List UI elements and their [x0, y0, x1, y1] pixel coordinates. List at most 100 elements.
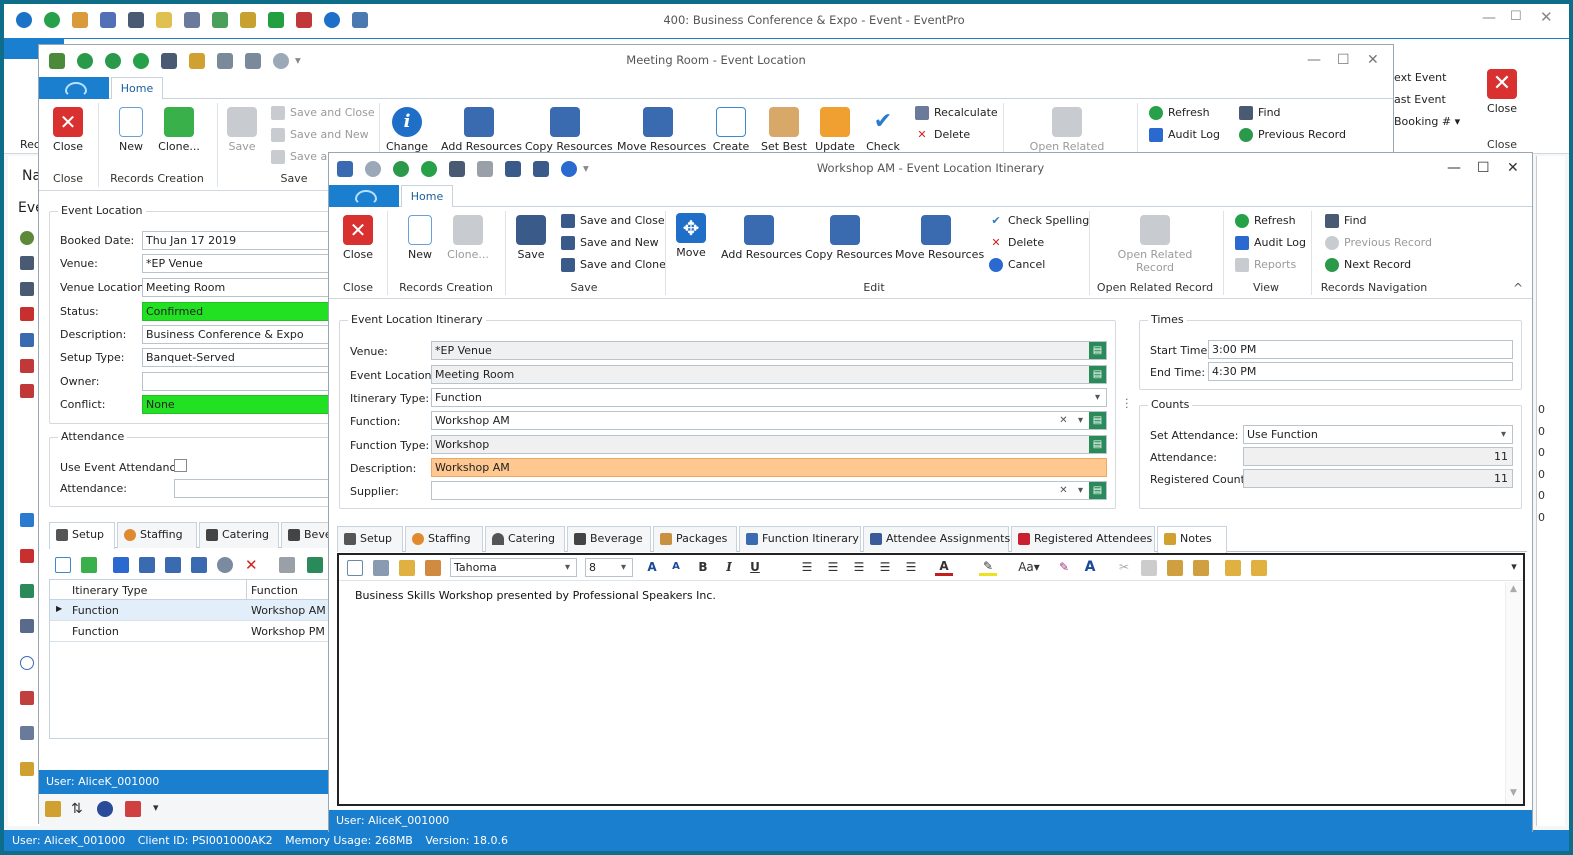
calendar-icon[interactable]	[20, 359, 34, 373]
lookup-icon[interactable]: ▤	[1089, 482, 1106, 499]
tab-setup[interactable]: Setup	[49, 522, 115, 549]
change-button[interactable]: i Change	[385, 107, 429, 153]
binoculars-icon[interactable]	[20, 282, 34, 296]
chat-icon[interactable]	[20, 656, 34, 670]
venue-location-field[interactable]: Meeting Room	[142, 278, 352, 297]
refresh-button[interactable]: Refresh	[1149, 105, 1210, 121]
save-and-close-button[interactable]: Save and Close	[271, 105, 375, 121]
add-resources-icon[interactable]	[139, 557, 155, 573]
calendar-icon[interactable]	[296, 12, 312, 28]
tab-function-itinerary[interactable]: Function Itinerary	[739, 526, 861, 552]
undo-icon[interactable]	[561, 160, 577, 177]
copy-icon[interactable]	[1141, 560, 1157, 576]
save-button[interactable]: Save	[225, 107, 259, 153]
setup-type-field[interactable]: Banquet-Served	[142, 348, 352, 367]
binoculars-icon[interactable]	[161, 52, 177, 69]
help-ring-icon[interactable]	[268, 12, 284, 28]
clipboard-icon[interactable]	[20, 691, 34, 705]
change-case-icon[interactable]: Aa▾	[1015, 560, 1043, 574]
notes-icon[interactable]	[189, 52, 205, 69]
numbering-icon[interactable]: ☰	[824, 560, 842, 574]
add-resources-button[interactable]: Add Resources	[441, 107, 522, 153]
open-folder-icon[interactable]	[399, 560, 415, 576]
save-icon[interactable]	[217, 52, 233, 69]
increase-indent-icon[interactable]: ☰	[902, 560, 920, 574]
grid-header-itinerary-type[interactable]: Itinerary Type	[72, 584, 147, 597]
tab-registered-attendees[interactable]: Registered Attendees	[1011, 526, 1155, 552]
use-event-attendance-checkbox[interactable]	[174, 459, 187, 472]
chevron-down-icon[interactable]: ▾	[1505, 560, 1523, 573]
add-icon[interactable]	[113, 557, 129, 573]
meeting-app-button[interactable]	[39, 77, 109, 99]
move-resources-button[interactable]: Move Resources	[895, 215, 984, 261]
owner-field[interactable]	[142, 372, 352, 391]
scroll-up-icon[interactable]: ▲	[1510, 584, 1517, 594]
conflict-field[interactable]: None	[142, 395, 352, 414]
grow-font-icon[interactable]: A	[643, 560, 661, 574]
clock-icon[interactable]	[20, 231, 34, 245]
scroll-down-icon[interactable]: ▼	[1510, 788, 1517, 798]
delete-button[interactable]: ✕ Delete	[915, 127, 970, 143]
home-icon[interactable]	[20, 513, 34, 527]
insert-table-icon[interactable]	[1251, 560, 1267, 576]
refresh-icon[interactable]	[44, 12, 60, 28]
next-event-button[interactable]: ext Event	[1394, 70, 1446, 86]
bullets-icon[interactable]: ☰	[798, 560, 816, 574]
chevron-down-icon[interactable]: ▾	[1072, 482, 1089, 499]
workshop-home-tab[interactable]: Home	[401, 185, 453, 208]
description-field[interactable]: Business Conference & Expo	[142, 325, 352, 344]
decrease-indent-icon[interactable]: ☰	[876, 560, 894, 574]
audit-log-button[interactable]: Audit Log	[1149, 127, 1220, 143]
underline-icon[interactable]: U	[746, 560, 764, 574]
export-icon[interactable]	[45, 801, 61, 817]
clone-icon[interactable]	[81, 557, 97, 573]
editor-scrollbar[interactable]: ▲ ▼	[1505, 582, 1523, 804]
page-icon[interactable]	[347, 560, 363, 576]
save-and-close-button[interactable]: Save and Close	[561, 213, 665, 229]
globe-icon[interactable]	[97, 801, 113, 817]
clear-icon[interactable]: ✕	[1055, 412, 1072, 429]
up-arrow-icon[interactable]	[365, 160, 381, 177]
create-button[interactable]: Create	[712, 107, 750, 153]
maximize-icon[interactable]: ☐	[1337, 45, 1350, 75]
close-button[interactable]: ✕ Close	[51, 107, 85, 153]
tab-staffing[interactable]: Staffing	[117, 522, 197, 548]
back-icon[interactable]	[16, 12, 32, 28]
undo-icon[interactable]	[273, 52, 289, 69]
find-button[interactable]: Find	[1239, 105, 1281, 121]
document-icon[interactable]	[212, 12, 228, 28]
insert-icon[interactable]	[1225, 560, 1241, 576]
save-and-new-button[interactable]: Save and New	[561, 235, 659, 251]
delete-button[interactable]: ✕ Delete	[989, 235, 1044, 251]
chart-icon[interactable]	[125, 801, 141, 817]
italic-icon[interactable]: I	[720, 560, 738, 574]
close-icon[interactable]: ✕	[1540, 8, 1553, 26]
maximize-icon[interactable]: ☐	[1510, 9, 1522, 24]
notes-icon[interactable]	[156, 12, 172, 28]
save-and-clone-button[interactable]: Save an	[271, 149, 334, 165]
open-related-button[interactable]: Open Related	[1029, 107, 1105, 153]
booked-date-field[interactable]: Thu Jan 17 2019	[142, 231, 352, 250]
reports-button[interactable]: Reports	[1235, 257, 1296, 273]
refresh-button[interactable]: Refresh	[1235, 213, 1296, 229]
font-select[interactable]: Tahoma ▾	[450, 558, 577, 577]
function-select[interactable]: Workshop AM ✕ ▾ ▤	[431, 411, 1107, 430]
status-field[interactable]: Confirmed	[142, 302, 352, 321]
save-icon[interactable]	[505, 160, 521, 177]
new-button[interactable]: New	[405, 215, 435, 261]
copy-resources-button[interactable]: Copy Resources	[805, 215, 893, 261]
supplier-select[interactable]: ✕ ▾ ▤	[431, 481, 1107, 500]
pin-icon[interactable]	[20, 307, 34, 321]
audit-log-button[interactable]: Audit Log	[1235, 235, 1306, 251]
pin-icon[interactable]	[20, 549, 34, 563]
set-best-button[interactable]: Set Best	[761, 107, 807, 153]
chevron-down-icon[interactable]: ▾	[1089, 389, 1106, 406]
check-button[interactable]: ✔ Check	[865, 107, 901, 153]
main-close-button[interactable]: ✕ Close	[1482, 69, 1522, 115]
share-icon[interactable]	[217, 557, 233, 573]
chevron-down-icon[interactable]: ▾	[559, 559, 576, 576]
move-resources-icon[interactable]	[191, 557, 207, 573]
down-arrow-icon[interactable]	[105, 52, 121, 69]
sort-icon[interactable]: ⇅	[71, 801, 87, 817]
calculator-icon[interactable]	[184, 12, 200, 28]
